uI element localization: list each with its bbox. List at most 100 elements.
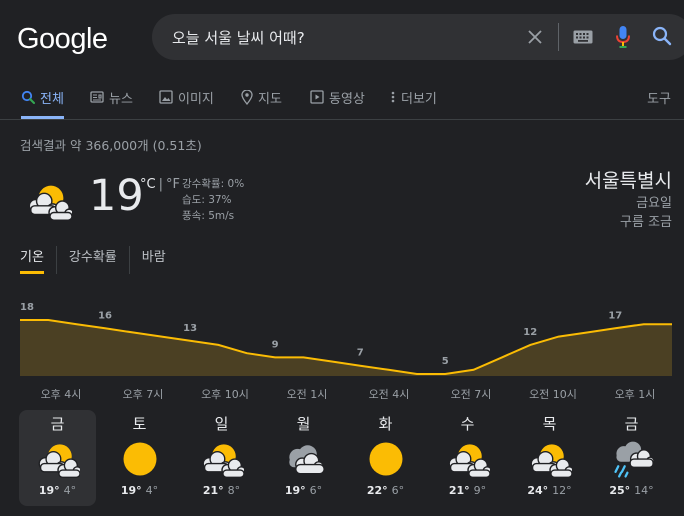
result-stats: 검색결과 약 366,000개 (0.51초): [20, 138, 202, 153]
tab-maps[interactable]: 지도: [241, 88, 282, 119]
forecast-temps: 24° 12°: [511, 484, 588, 497]
tab-temperature[interactable]: 기온: [20, 246, 44, 274]
tab-images[interactable]: 이미지: [159, 88, 214, 119]
wind-speed: 풍속: 5m/s: [182, 210, 235, 222]
unit-separator: |: [158, 177, 163, 192]
current-temperature: 19: [89, 171, 144, 221]
search-tabs: 전체 뉴스 이미지 지도 동영상 더보기 도구: [0, 88, 684, 120]
location-block: 서울특별시 금요일 구름 조금: [585, 168, 672, 232]
partly-cloudy-icon: [526, 437, 574, 481]
forecast-temps: 19° 4°: [101, 484, 178, 497]
forecast-temps: 21° 9°: [429, 484, 506, 497]
search-divider: [558, 23, 559, 51]
time-tick-label: 오후 10시: [201, 388, 249, 401]
forecast-low: 6°: [309, 484, 323, 497]
temperature-label: 5: [442, 356, 449, 367]
tab-label: 더보기: [401, 92, 437, 107]
tab-news[interactable]: 뉴스: [90, 88, 133, 119]
time-tick-label: 오후 1시: [615, 388, 656, 401]
news-icon: [90, 91, 104, 103]
forecast-high: 19°: [120, 484, 142, 497]
weather-tabs: 기온 강수확률 바람: [20, 246, 178, 274]
tab-wind[interactable]: 바람: [128, 246, 178, 274]
forecast-day[interactable]: 일 21° 8°: [183, 410, 260, 506]
tab-label: 전체: [40, 92, 64, 107]
forecast-high: 22°: [366, 484, 388, 497]
forecast-day[interactable]: 수 21° 9°: [429, 410, 506, 506]
temperature-label: 16: [98, 310, 112, 321]
location-name: 서울특별시: [584, 170, 672, 192]
keyboard-icon[interactable]: [573, 30, 593, 44]
time-tick-label: 오후 7시: [123, 388, 164, 401]
forecast-day-name: 금: [624, 415, 639, 433]
map-pin-icon: [241, 90, 253, 105]
time-tick-label: 오전 1시: [287, 388, 328, 401]
tab-all[interactable]: 전체: [21, 88, 64, 119]
mic-icon[interactable]: [615, 25, 631, 49]
temperature-label: 12: [523, 327, 537, 338]
humidity: 습도: 37%: [182, 194, 232, 206]
forecast-temps: 21° 8°: [183, 484, 260, 497]
tab-label: 동영상: [329, 92, 365, 107]
forecast-high: 21°: [448, 484, 470, 497]
forecast-day-name: 월: [296, 415, 311, 433]
sunny-icon: [116, 437, 164, 481]
rain-icon: [608, 437, 656, 481]
forecast-temps: 22° 6°: [347, 484, 424, 497]
more-icon: [391, 91, 395, 103]
partly-cloudy-icon: [34, 437, 82, 481]
forecast-low: 8°: [227, 484, 241, 497]
partly-cloudy-icon: [198, 437, 246, 481]
clear-icon[interactable]: [525, 27, 545, 47]
temperature-label: 17: [608, 310, 622, 321]
forecast-high: 25°: [609, 484, 631, 497]
forecast-high: 24°: [527, 484, 549, 497]
partly-cloudy-icon: [20, 178, 78, 224]
cloudy-icon: [280, 437, 328, 481]
tab-label: 뉴스: [109, 92, 133, 107]
search-box[interactable]: 오늘 서울 날씨 어때?: [152, 14, 684, 60]
search-icon: [21, 90, 35, 104]
tab-label: 이미지: [178, 92, 214, 107]
search-icon[interactable]: [652, 26, 672, 46]
day-of-week: 금요일: [636, 196, 672, 211]
forecast-day[interactable]: 토 19° 4°: [101, 410, 178, 506]
forecast-low: 4°: [63, 484, 77, 497]
video-icon: [310, 90, 324, 104]
forecast-day[interactable]: 월 19° 6°: [265, 410, 342, 506]
unit-toggle: °C | °F: [140, 177, 180, 192]
temperature-area: [20, 320, 672, 376]
tab-videos[interactable]: 동영상: [310, 88, 365, 119]
forecast-low: 9°: [473, 484, 487, 497]
forecast-day[interactable]: 목 24° 12°: [511, 410, 588, 506]
temperature-label: 9: [272, 339, 279, 350]
forecast-day-name: 목: [542, 415, 557, 433]
sunny-icon: [362, 437, 410, 481]
weather-details: 강수확률: 0% 습도: 37% 풍속: 5m/s: [182, 176, 244, 224]
tab-more[interactable]: 더보기: [390, 88, 437, 119]
forecast-low: 12°: [552, 484, 572, 497]
forecast-day[interactable]: 금 19° 4°: [19, 410, 96, 506]
forecast-day[interactable]: 금 25° 14°: [593, 410, 670, 506]
tools-button[interactable]: 도구: [647, 88, 671, 107]
forecast-low: 14°: [634, 484, 654, 497]
forecast-high: 21°: [202, 484, 224, 497]
forecast-temps: 19° 6°: [265, 484, 342, 497]
time-tick-label: 오전 10시: [529, 388, 577, 401]
weather-condition: 구름 조금: [620, 215, 672, 230]
forecast-day-name: 화: [378, 415, 393, 433]
forecast-high: 19°: [284, 484, 306, 497]
svg-text:Google: Google: [17, 23, 108, 55]
daily-forecast: 금 19° 4° 토 19° 4° 일 21° 8° 월 19° 6° 화 22° 6° 수 21° 9° 목 24°…: [19, 410, 679, 506]
forecast-day[interactable]: 화 22° 6°: [347, 410, 424, 506]
precipitation: 강수확률: 0%: [182, 178, 245, 190]
tab-precipitation[interactable]: 강수확률: [55, 246, 129, 274]
time-tick-label: 오전 7시: [451, 388, 492, 401]
unit-fahrenheit[interactable]: °F: [166, 177, 180, 192]
tab-label: 지도: [258, 92, 282, 107]
google-logo[interactable]: Google: [17, 20, 109, 56]
search-input[interactable]: 오늘 서울 날씨 어때?: [172, 27, 305, 48]
forecast-day-name: 수: [460, 415, 475, 433]
forecast-day-name: 금: [50, 415, 65, 433]
unit-celsius[interactable]: °C: [140, 177, 156, 192]
